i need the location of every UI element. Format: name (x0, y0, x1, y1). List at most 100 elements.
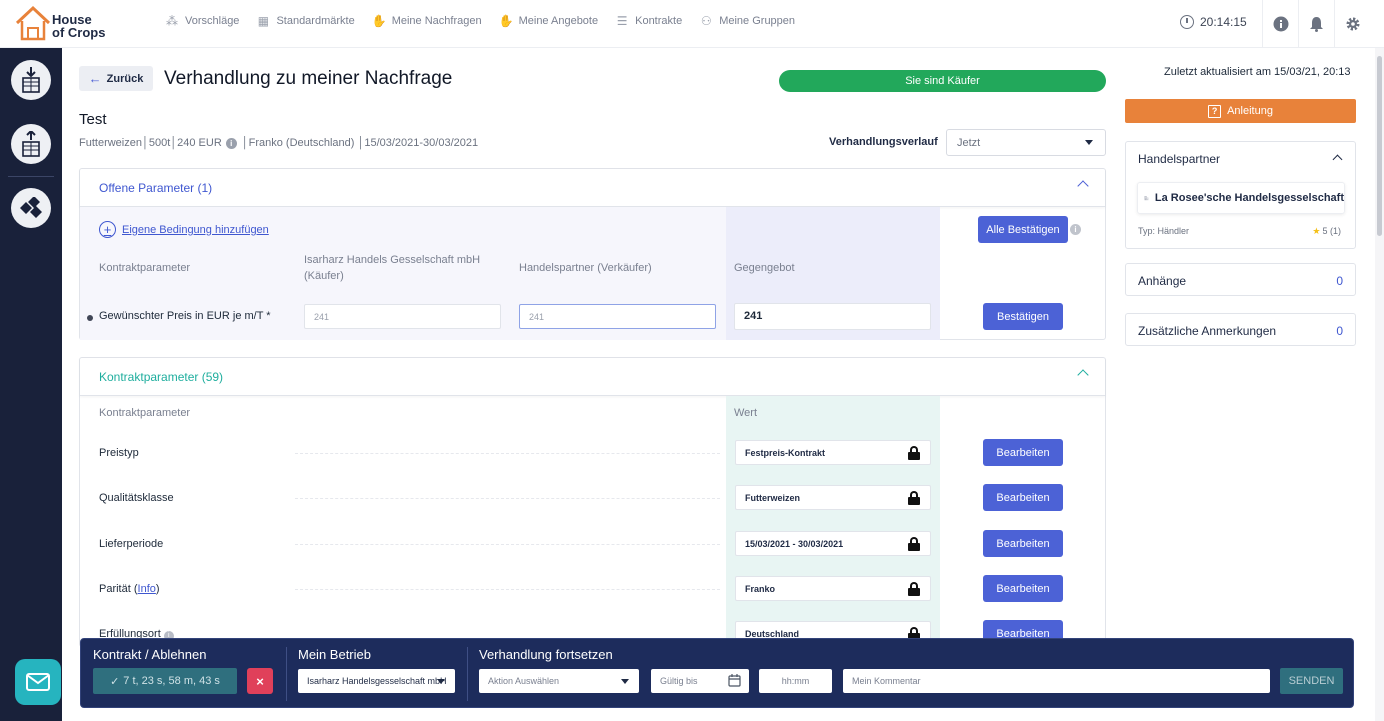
chevron-up-icon (1077, 369, 1089, 381)
messages-button[interactable] (15, 659, 61, 705)
valid-until-date-input[interactable]: Gültig bis (651, 669, 749, 693)
info-icon[interactable]: i (225, 137, 237, 149)
column-header-buyer: Isarharz Handels Gesselschaft mbH (Käufer… (304, 254, 481, 282)
guide-button[interactable]: ? Anleitung (1125, 99, 1356, 123)
nav-item-groups[interactable]: ⚇ Meine Gruppen (699, 14, 795, 28)
value-field: Franko (735, 576, 931, 601)
send-button[interactable]: SENDEN (1280, 668, 1343, 694)
settings-button[interactable] (1334, 0, 1370, 47)
value-field: 15/03/2021 - 30/03/2021 (735, 531, 931, 556)
nav-label: Meine Nachfragen (391, 15, 482, 27)
logo[interactable]: House of Crops (14, 4, 124, 44)
partner-box[interactable]: La Rosee'sche Handelsgesselschaft (1137, 182, 1345, 214)
contract-parameters-title: Kontraktparameter (59) (99, 369, 224, 384)
left-sidebar (0, 48, 62, 721)
comment-input[interactable]: Mein Kommentar (843, 669, 1270, 693)
lock-icon (908, 446, 920, 460)
top-bar: House of Crops ⁂ Vorschläge ▦ Standardmärk… (0, 0, 1384, 48)
guide-label: Anleitung (1227, 105, 1273, 117)
row-label: Preistyp (99, 447, 139, 459)
notes-card[interactable]: Zusätzliche Anmerkungen 0 (1125, 313, 1356, 346)
edit-button[interactable]: Bearbeiten (983, 530, 1063, 557)
clock-time: 20:14:15 (1200, 15, 1247, 29)
scrollbar-thumb[interactable] (1377, 56, 1382, 236)
question-icon: ? (1208, 104, 1222, 118)
right-panel: Zuletzt aktualisiert am 15/03/21, 20:13 … (1121, 48, 1384, 721)
groups-icon: ⚇ (700, 14, 712, 28)
clock-icon (1180, 15, 1194, 29)
nav-item-markets[interactable]: ▦ Standardmärkte (256, 14, 355, 28)
action-select[interactable]: Aktion Auswählen (479, 669, 639, 693)
scrollbar[interactable] (1375, 48, 1384, 721)
contract-parameters-header[interactable]: Kontraktparameter (59) (80, 358, 1105, 396)
edit-button[interactable]: Bearbeiten (983, 575, 1063, 602)
silo-up-icon (22, 131, 40, 157)
edit-button[interactable]: Bearbeiten (983, 484, 1063, 511)
trading-partner-header[interactable]: Handelspartner (1126, 142, 1355, 176)
close-icon: × (256, 673, 264, 689)
nav-item-contracts[interactable]: ☰ Kontrakte (615, 14, 682, 28)
nav-item-offers[interactable]: ✋ Meine Angebote (499, 14, 599, 28)
buyer-value-field: 241 (304, 304, 501, 329)
contracts-icon: ☰ (616, 14, 628, 28)
suggestions-icon: ⁂ (166, 14, 178, 28)
demand-icon: ✋ (371, 14, 387, 28)
fields-icon (20, 197, 42, 218)
main-nav: ⁂ Vorschläge ▦ Standardmärkte ✋ Meine Nachf… (165, 14, 812, 28)
nav-item-demands[interactable]: ✋ Meine Nachfragen (372, 14, 482, 28)
contract-parameters-panel: Kontraktparameter (59) Kontraktparameter… (79, 357, 1106, 706)
counteroffer-input[interactable]: 241 (734, 303, 931, 330)
caret-down-icon (437, 679, 445, 684)
row-label: Parität (Info) (99, 583, 160, 595)
time-input[interactable]: hh:mm (759, 669, 832, 693)
plus-circle-icon: + (99, 221, 116, 238)
column-header-parameter: Kontraktparameter (99, 262, 191, 274)
back-button[interactable]: ← Zurück (79, 66, 153, 91)
action-bar: Kontrakt / Ablehnen ✓ 7 t, 23 s, 58 m, 43… (80, 638, 1354, 708)
house-logo-icon (15, 5, 51, 41)
add-condition-link[interactable]: + Eigene Bedingung hinzufügen (99, 221, 269, 238)
notifications-button[interactable] (1298, 0, 1334, 47)
confirm-all-button[interactable]: Alle Bestätigen (978, 216, 1068, 243)
action-placeholder: Aktion Auswählen (488, 676, 560, 686)
info-button[interactable] (1262, 0, 1298, 47)
nav-label: Kontrakte (635, 15, 683, 27)
sidebar-demand-button[interactable] (11, 60, 51, 100)
info-link[interactable]: Info (138, 583, 156, 595)
attachments-count: 0 (1336, 274, 1343, 288)
add-condition-label: Eigene Bedingung hinzufügen (122, 223, 269, 236)
trading-partner-card: Handelspartner La Rosee'sche Handelsgess… (1125, 141, 1356, 249)
info-icon[interactable]: i (1070, 224, 1081, 235)
row-label: Qualitätsklasse (99, 492, 174, 504)
bell-icon (1310, 16, 1323, 32)
nav-item-suggestions[interactable]: ⁂ Vorschläge (165, 14, 239, 28)
notes-label: Zusätzliche Anmerkungen (1138, 324, 1277, 338)
lock-icon (908, 491, 920, 505)
partner-name: La Rosee'sche Handelsgesselschaft (1154, 192, 1344, 204)
chevron-up-icon (1077, 180, 1089, 192)
accept-timer-button[interactable]: ✓ 7 t, 23 s, 58 m, 43 s (93, 668, 237, 694)
seller-value-field: 241 (519, 304, 716, 329)
logo-line2: of Crops (52, 25, 106, 40)
history-select[interactable]: Jetzt (946, 129, 1106, 156)
value-field: Futterweizen (735, 485, 931, 510)
silo-down-icon (22, 67, 40, 93)
attachments-label: Anhänge (1138, 274, 1187, 288)
open-parameters-header[interactable]: Offene Parameter (1) (80, 169, 1105, 207)
edit-button[interactable]: Bearbeiten (983, 439, 1063, 466)
sidebar-fields-button[interactable] (11, 188, 51, 228)
column-header-parameter: Kontraktparameter (99, 407, 191, 419)
sidebar-offer-button[interactable] (11, 124, 51, 164)
partner-type: Typ: Händler (1138, 226, 1190, 236)
calendar-icon (728, 674, 741, 687)
gear-icon (1346, 17, 1359, 30)
attachments-card[interactable]: Anhänge 0 (1125, 263, 1356, 296)
lock-icon (908, 537, 920, 551)
info-icon (1273, 16, 1288, 31)
reject-button[interactable]: × (247, 668, 273, 694)
history-value: Jetzt (957, 137, 981, 149)
last-updated: Zuletzt aktualisiert am 15/03/21, 20:13 (1164, 66, 1351, 78)
confirm-button[interactable]: Bestätigen (983, 303, 1063, 330)
page-title: Verhandlung zu meiner Nachfrage (164, 68, 453, 89)
company-select[interactable]: Isarharz Handelsgesselschaft mbH (298, 669, 455, 693)
